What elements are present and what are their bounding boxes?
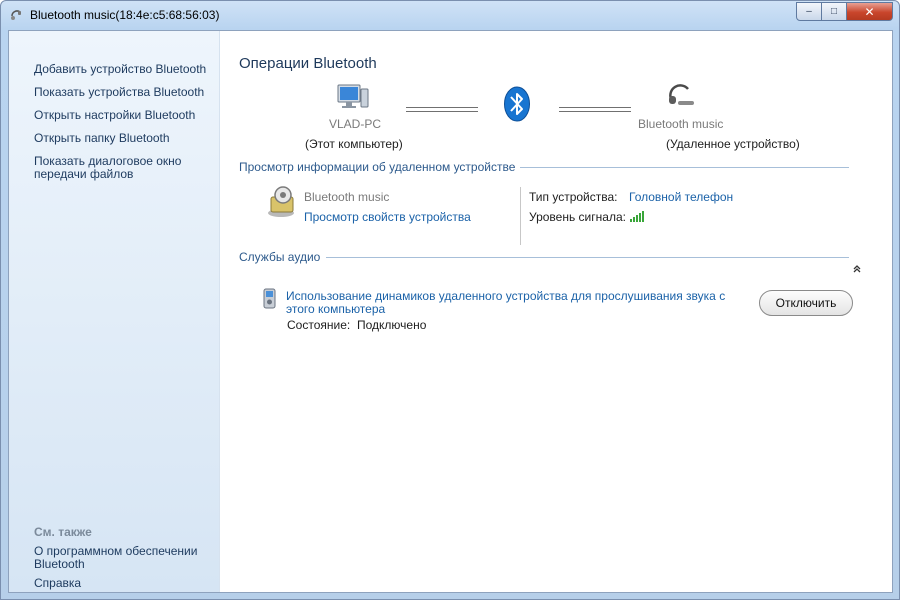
caption-buttons: – □ ✕ xyxy=(796,2,893,21)
device-settings-icon xyxy=(268,186,294,217)
see-also-heading: См. также xyxy=(34,525,92,539)
device-type-value: Головной телефон xyxy=(629,190,734,204)
sidebar-link-help[interactable]: Справка xyxy=(34,577,214,590)
local-device-caption: (Этот компьютер) xyxy=(305,137,403,151)
client-area: Добавить устройство Bluetooth Показать у… xyxy=(8,30,893,593)
sidebar-link-file-transfer[interactable]: Показать диалоговое окно передачи файлов xyxy=(34,155,214,181)
sidebar-link-open-settings[interactable]: Открыть настройки Bluetooth xyxy=(34,109,214,122)
sidebar-link-open-folder[interactable]: Открыть папку Bluetooth xyxy=(34,132,214,145)
device-type-label: Тип устройства: xyxy=(529,190,618,204)
audio-service-icon xyxy=(263,288,276,309)
computer-icon xyxy=(337,84,369,108)
audio-section-title: Службы аудио xyxy=(239,250,325,264)
connection-line-right xyxy=(559,107,631,112)
audio-service-link[interactable]: Использование динамиков удаленного устро… xyxy=(286,290,746,316)
connection-line-left xyxy=(406,107,478,112)
signal-level-label: Уровень сигнала: xyxy=(529,210,626,224)
collapse-chevron-icon[interactable] xyxy=(852,264,862,274)
headset-icon xyxy=(669,84,694,105)
connection-status-label: Состояние: xyxy=(287,318,351,332)
disconnect-button[interactable]: Отключить xyxy=(759,290,853,316)
maximize-button[interactable]: □ xyxy=(822,2,847,21)
sidebar-link-show-devices[interactable]: Показать устройства Bluetooth xyxy=(34,86,214,99)
window-title: Bluetooth music(18:4e:c5:68:56:03) xyxy=(30,8,220,22)
info-section-divider xyxy=(520,167,849,168)
view-properties-link[interactable]: Просмотр свойств устройства xyxy=(304,210,471,224)
connection-status-value: Подключено xyxy=(357,318,427,332)
remote-device-name: Bluetooth music xyxy=(638,117,724,131)
main-panel: Операции Bluetooth VLAD-PC (Этот компьют… xyxy=(220,31,892,592)
signal-strength-icon xyxy=(630,211,644,222)
minimize-button[interactable]: – xyxy=(796,2,822,21)
local-device-name: VLAD-PC xyxy=(329,117,382,131)
window: Bluetooth music(18:4e:c5:68:56:03) – □ ✕… xyxy=(0,0,900,600)
sidebar-link-about-software[interactable]: О программном обеспечении Bluetooth xyxy=(34,545,214,571)
audio-section-divider xyxy=(326,257,849,258)
page-title: Операции Bluetooth xyxy=(239,55,377,72)
task-sidebar: Добавить устройство Bluetooth Показать у… xyxy=(9,31,220,592)
sidebar-link-add-device[interactable]: Добавить устройство Bluetooth xyxy=(34,63,214,76)
remote-device-caption: (Удаленное устройство) xyxy=(666,137,800,151)
info-section-title: Просмотр информации об удаленном устройс… xyxy=(239,160,520,174)
bluetooth-headset-icon xyxy=(11,10,21,20)
info-vertical-divider xyxy=(520,187,521,245)
bluetooth-logo-icon xyxy=(504,86,530,122)
close-button[interactable]: ✕ xyxy=(847,2,893,21)
title-bar[interactable]: Bluetooth music(18:4e:c5:68:56:03) – □ ✕ xyxy=(1,1,899,29)
info-device-name: Bluetooth music xyxy=(304,190,390,204)
